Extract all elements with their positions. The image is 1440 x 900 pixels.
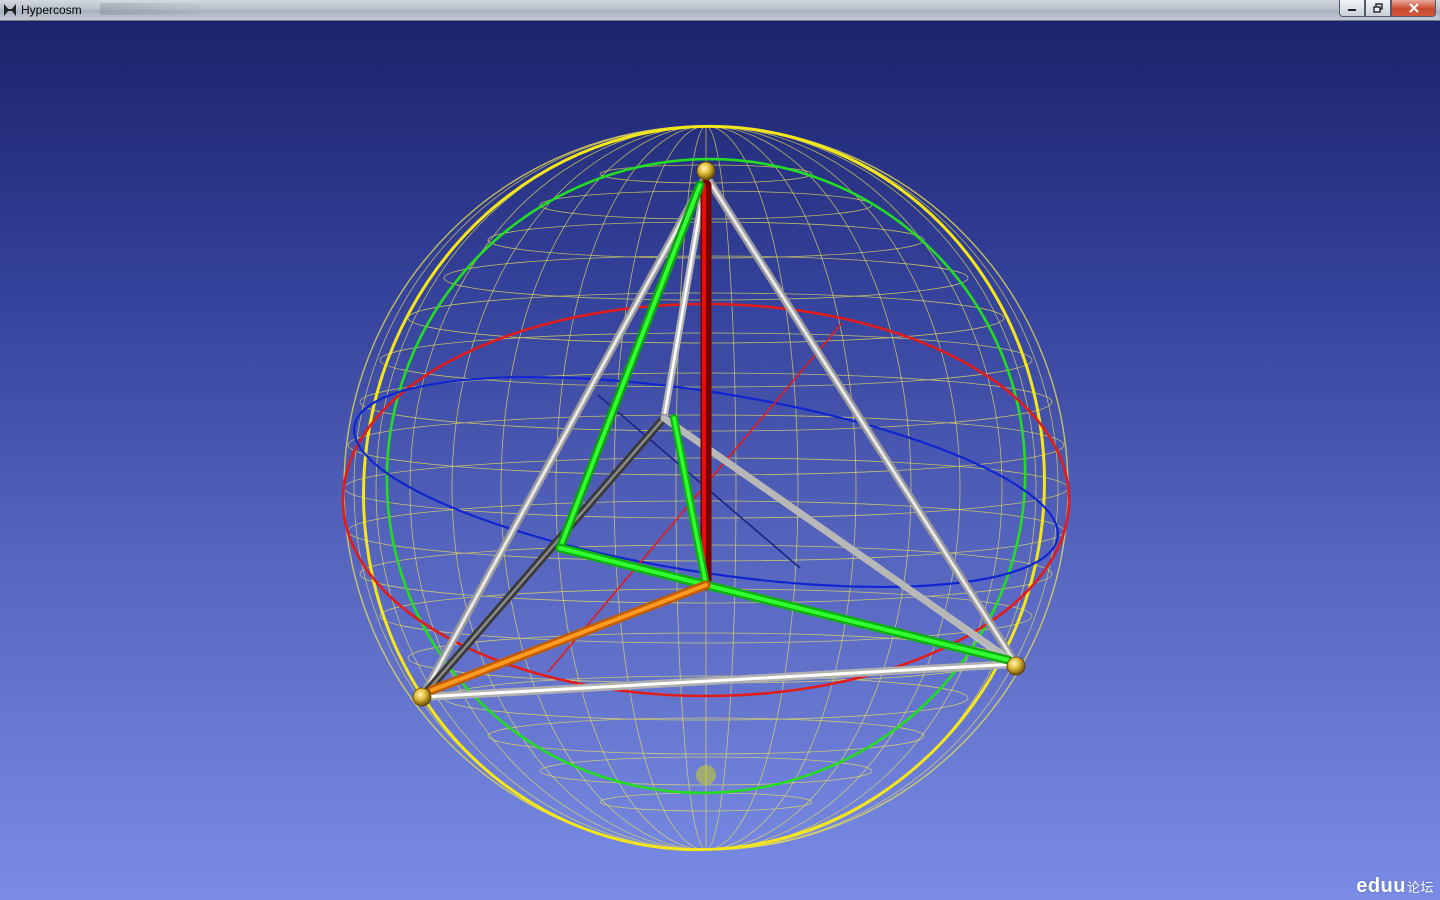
close-icon [1408,3,1419,13]
watermark-suffix: 论坛 [1406,880,1434,895]
south-pole-marker [696,765,716,785]
geometry-scene[interactable] [0,21,1440,900]
vertex-right [1006,656,1026,676]
app-window: Hypercosm eduu论坛 [0,0,1440,900]
vertex-left [412,687,432,707]
minimize-icon [1348,9,1356,11]
window-controls [1339,0,1436,18]
3d-viewport[interactable]: eduu论坛 [0,21,1440,900]
restore-button[interactable] [1365,0,1391,17]
window-title: Hypercosm [21,3,82,17]
vertex-spheres [412,161,1026,707]
title-bar[interactable]: Hypercosm [0,0,1440,21]
tetrahedron-edges [418,172,1020,701]
watermark-brand: eduu [1356,875,1406,897]
close-button[interactable] [1391,0,1436,17]
title-bar-blur [100,3,200,15]
restore-icon [1373,3,1383,13]
vertex-top [696,161,716,181]
watermark: eduu论坛 [1356,875,1434,898]
minimize-button[interactable] [1339,0,1365,17]
center-axes [427,179,1013,695]
hypercosm-logo-icon [3,3,17,17]
